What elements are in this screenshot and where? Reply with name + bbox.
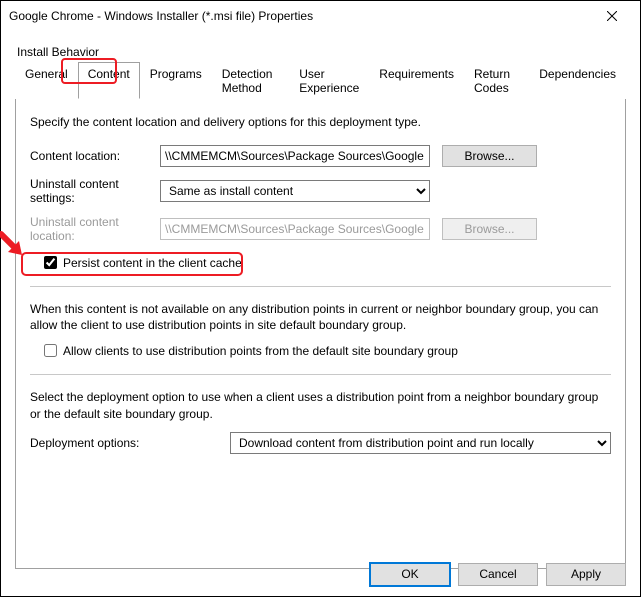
properties-dialog: Google Chrome - Windows Installer (*.msi… [0, 0, 641, 597]
uninstall-location-label: Uninstall content location: [30, 215, 160, 243]
content-location-label: Content location: [30, 149, 160, 163]
persist-cache-checkbox[interactable] [44, 256, 57, 269]
tab-user-experience[interactable]: User Experience [289, 62, 369, 99]
allow-fallback-row: Allow clients to use distribution points… [40, 341, 611, 360]
uninstall-settings-row: Uninstall content settings: Same as inst… [30, 177, 611, 205]
persist-cache-row: Persist content in the client cache [40, 253, 611, 272]
tab-content[interactable]: Content [78, 62, 140, 99]
tab-dependencies[interactable]: Dependencies [529, 62, 626, 99]
deployment-description: Select the deployment option to use when… [30, 389, 611, 421]
browse-uninstall-button: Browse... [442, 218, 537, 240]
content-area: Install Behavior General Content Program… [1, 31, 640, 581]
install-behavior-label: Install Behavior [17, 45, 626, 59]
panel-description: Specify the content location and deliver… [30, 115, 611, 129]
annotation-arrow-icon [0, 231, 28, 261]
deployment-options-select[interactable]: Download content from distribution point… [230, 432, 611, 454]
tab-detection-method[interactable]: Detection Method [212, 62, 290, 99]
divider-2 [30, 374, 611, 375]
allow-fallback-checkbox[interactable] [44, 344, 57, 357]
close-button[interactable] [592, 2, 632, 30]
uninstall-settings-label: Uninstall content settings: [30, 177, 160, 205]
dialog-button-bar: OK Cancel Apply [370, 563, 626, 586]
uninstall-location-input [160, 218, 430, 240]
allow-fallback-label: Allow clients to use distribution points… [63, 344, 458, 358]
fallback-description: When this content is not available on an… [30, 301, 611, 333]
ok-button[interactable]: OK [370, 563, 450, 586]
deployment-options-row: Deployment options: Download content fro… [30, 432, 611, 454]
tab-requirements[interactable]: Requirements [369, 62, 464, 99]
uninstall-location-row: Uninstall content location: Browse... [30, 215, 611, 243]
deployment-options-label: Deployment options: [30, 436, 230, 450]
tab-bar: General Content Programs Detection Metho… [15, 61, 626, 99]
apply-button[interactable]: Apply [546, 563, 626, 586]
close-icon [607, 11, 617, 21]
divider-1 [30, 286, 611, 287]
persist-cache-label: Persist content in the client cache [63, 256, 242, 270]
tab-general[interactable]: General [15, 62, 78, 99]
cancel-button[interactable]: Cancel [458, 563, 538, 586]
browse-button[interactable]: Browse... [442, 145, 537, 167]
titlebar: Google Chrome - Windows Installer (*.msi… [1, 1, 640, 31]
tab-return-codes[interactable]: Return Codes [464, 62, 529, 99]
content-location-row: Content location: Browse... [30, 145, 611, 167]
content-location-input[interactable] [160, 145, 430, 167]
content-tab-panel: Specify the content location and deliver… [15, 99, 626, 569]
uninstall-settings-select[interactable]: Same as install content [160, 180, 430, 202]
tab-programs[interactable]: Programs [140, 62, 212, 99]
window-title: Google Chrome - Windows Installer (*.msi… [9, 9, 592, 23]
